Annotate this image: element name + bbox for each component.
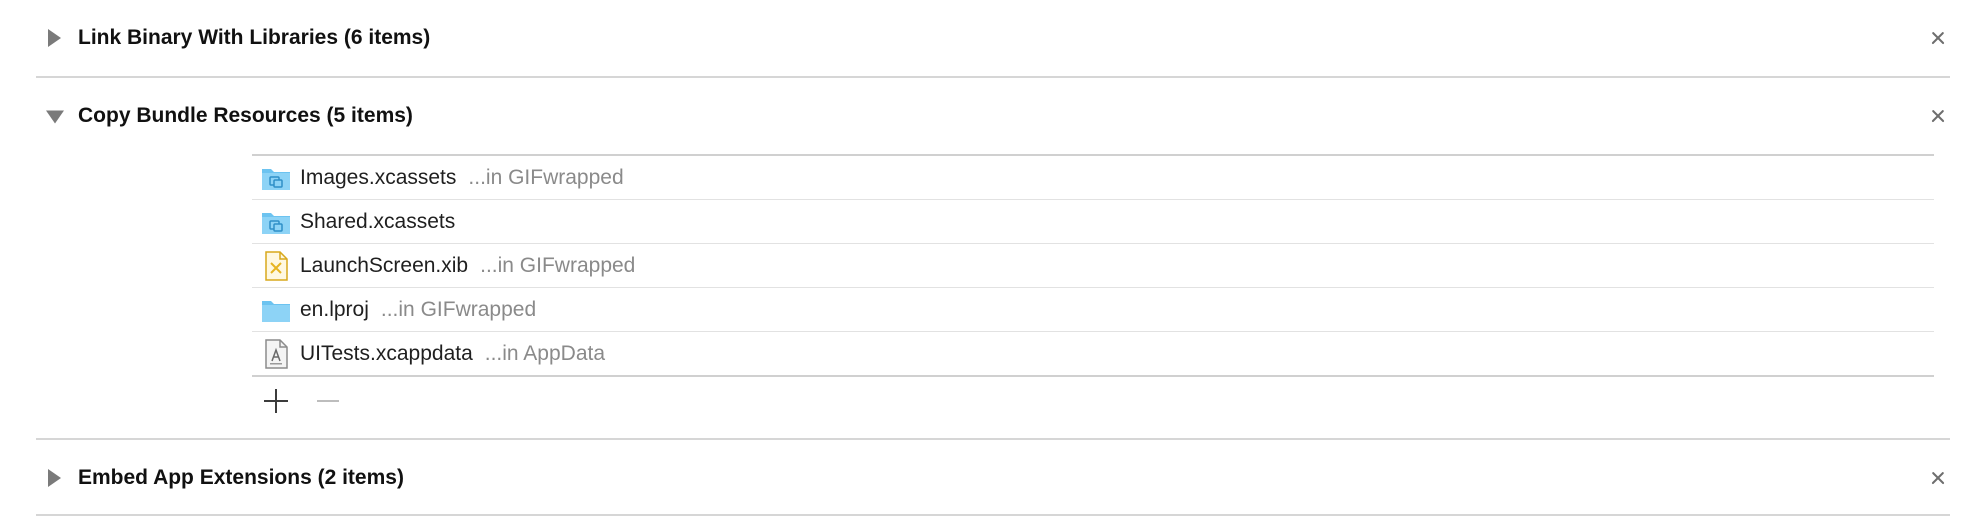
file-name: LaunchScreen.xib [300,253,469,277]
phase-header: Copy Bundle Resources (5 items) [36,78,1950,154]
file-name: UITests.xcappdata [300,341,473,365]
file-location: ...in GIFwrapped [480,253,636,277]
file-row[interactable]: en.lproj ...in GIFwrapped [252,288,1934,332]
disclosure-triangle-expanded-icon[interactable] [46,110,64,124]
asset-catalog-icon [260,162,292,194]
file-location: ...in GIFwrapped [468,165,624,189]
file-name: Images.xcassets [300,165,457,189]
resource-file-list: Images.xcassets ...in GIFwrapped Shared.… [252,154,1934,377]
file-location: ...in GIFwrapped [380,297,537,321]
minus-icon[interactable] [314,387,342,415]
phase-title[interactable]: Link Binary With Libraries (6 items) [78,26,430,50]
phase-header: Link Binary With Libraries (6 items) [36,0,1950,76]
close-icon[interactable] [1926,466,1950,490]
file-row[interactable]: LaunchScreen.xib ...in GIFwrapped [252,244,1934,288]
file-row[interactable]: Images.xcassets ...in GIFwrapped [252,156,1934,200]
asset-catalog-icon [260,206,292,238]
folder-icon [260,294,292,326]
xib-file-icon [260,250,292,282]
build-phases-editor: Link Binary With Libraries (6 items) Cop… [0,0,1984,516]
file-row[interactable]: Shared.xcassets [252,200,1934,244]
phase-link-binary: Link Binary With Libraries (6 items) [36,0,1950,76]
disclosure-triangle-collapsed-icon[interactable] [48,29,61,47]
disclosure-triangle-collapsed-icon[interactable] [48,469,61,487]
file-row[interactable]: UITests.xcappdata ...in AppData [252,332,1934,377]
phase-header: Embed App Extensions (2 items) [36,440,1950,516]
app-data-icon [260,338,292,370]
phase-title[interactable]: Embed App Extensions (2 items) [78,466,404,490]
phase-title[interactable]: Copy Bundle Resources (5 items) [78,104,413,128]
close-icon[interactable] [1926,26,1950,50]
file-name: Shared.xcassets [300,209,456,233]
close-icon[interactable] [1926,104,1950,128]
file-location: ...in AppData [484,341,606,365]
plus-icon[interactable] [262,387,290,415]
phase-embed-app-extensions: Embed App Extensions (2 items) [36,440,1950,516]
file-name: en.lproj [300,297,369,321]
phase-copy-bundle-resources: Copy Bundle Resources (5 items) [36,78,1950,154]
file-list-controls [262,386,342,416]
